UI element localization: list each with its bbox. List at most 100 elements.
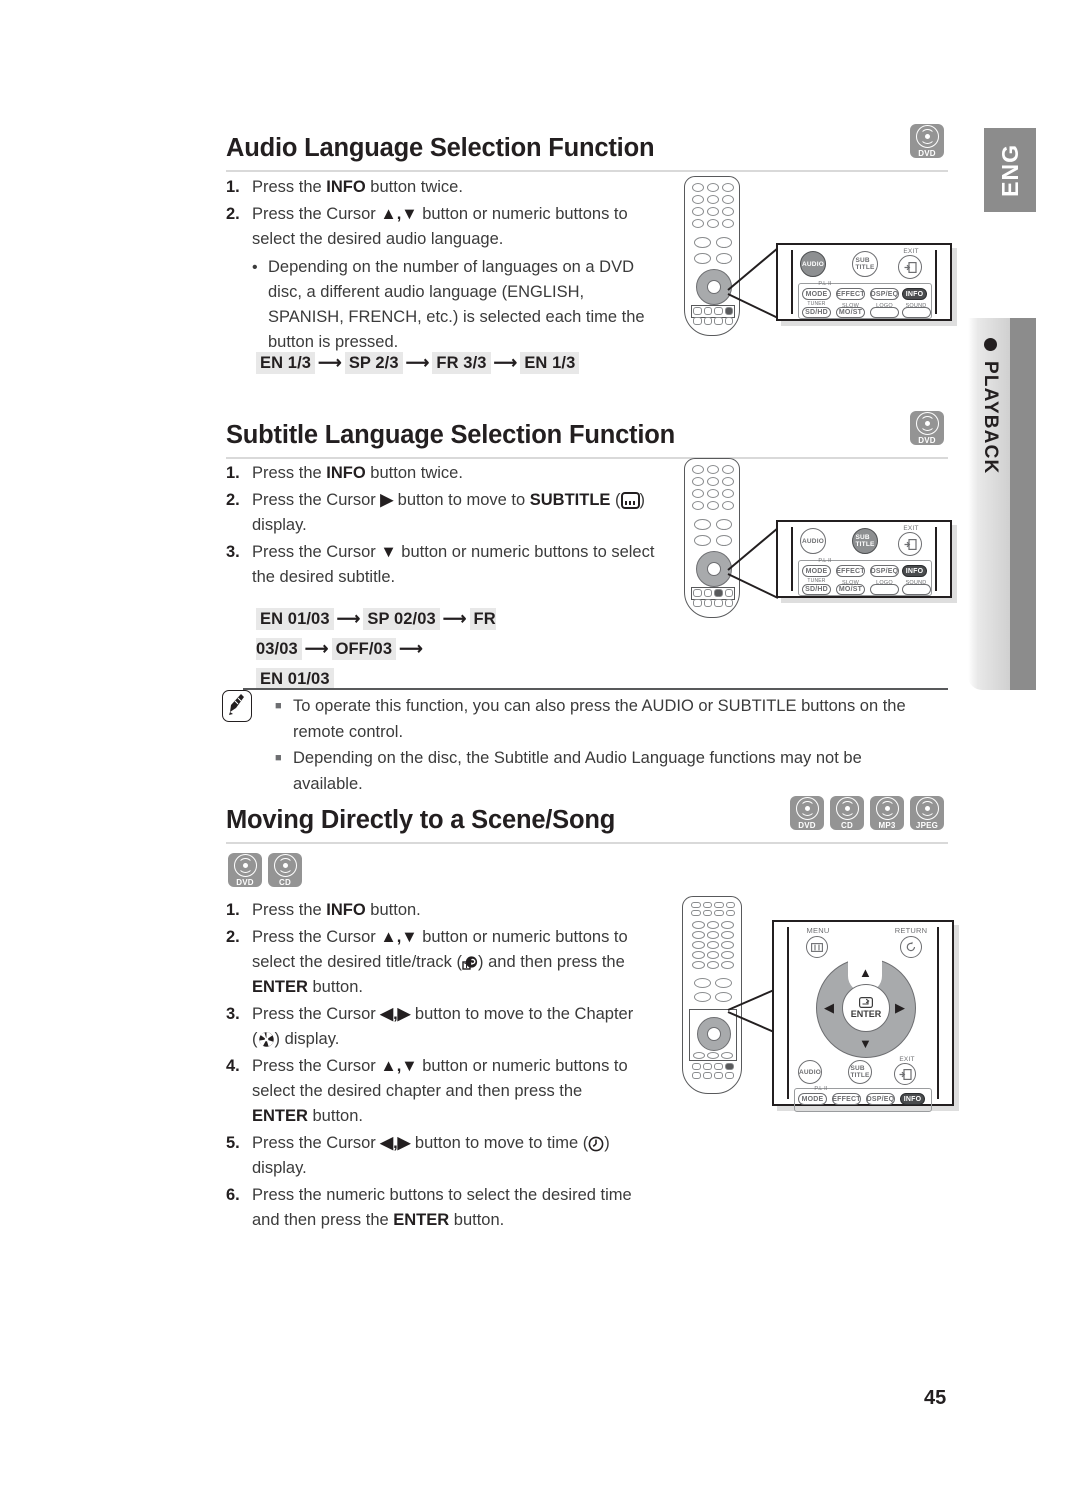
step-item: 1. Press the INFO button. [226,898,641,923]
heading-audio-language: Audio Language Selection Function [226,134,655,162]
remote-key [694,992,711,1002]
step-text: Press the Cursor ▲,▼ button or numeric b… [252,1057,628,1125]
effect-button[interactable]: EFFECT [832,1093,861,1105]
exit-button[interactable] [894,1063,916,1085]
remote-key [707,477,719,486]
remote-key [702,902,712,908]
info-button[interactable]: INFO [902,288,927,300]
sub-bullet-item: • Depending on the number of languages o… [226,254,656,355]
dsp-eq-button[interactable]: DSP/EQ [866,1093,895,1105]
subtitle-button[interactable]: SUB TITLE [852,251,878,277]
remote-key [692,501,704,510]
remote-top-keys [691,902,735,916]
disc-icon [915,412,939,435]
info-button[interactable]: INFO [902,565,927,577]
enter-label: ENTER [850,1009,882,1019]
heading-rule [226,170,948,172]
mo-st-button[interactable]: MO/ST [836,307,865,318]
remote-key [693,1052,705,1059]
remote-enter-key [707,1027,721,1041]
remote-key [714,1063,723,1070]
step-item: 1. Press the INFO button twice. [226,175,656,200]
remote-key [703,1063,712,1070]
step-number: 2. [226,491,240,509]
mode-button[interactable]: MODE [802,288,831,300]
prologic-label: P.L II [818,281,832,287]
subtitle-button[interactable]: SUB TITLE [848,1060,872,1084]
disc-badge-cd: CD [268,853,302,887]
remote-key [694,237,711,248]
remote-key [714,910,724,916]
audio-button[interactable]: AUDIO [798,1060,822,1084]
mode-button[interactable]: MODE [802,565,831,577]
disc-badge-label: DVD [236,878,254,887]
remote-key [706,941,720,949]
sd-hd-button[interactable]: SD/HD [802,584,831,595]
remote-key [692,489,704,498]
mode-button[interactable]: MODE [798,1093,827,1105]
disc-badge-label: DVD [918,436,936,445]
remote-key [721,951,734,959]
remote-key [692,183,704,192]
menu-icon [811,942,823,952]
remote-key [693,589,702,597]
note-item: ■ To operate this function, you can also… [275,693,935,745]
dsp-eq-button[interactable]: DSP/EQ [870,288,899,300]
step-text: Press the INFO button twice. [252,178,463,196]
callout-navigation-buttons: MENU RETURN ▲ ▼ ◀ ▶ ENTER AUDIO SUB TITL… [772,920,954,1112]
step-text: Press the numeric buttons to select the … [252,1186,632,1229]
arrow-icon: ⟶ [336,610,361,628]
logo-button[interactable] [870,307,899,318]
remote-key [725,910,735,916]
step-item: 3. Press the Cursor ◀,▶ button to move t… [226,1002,641,1052]
remote-key [725,1063,734,1070]
subtitle-button[interactable]: SUB TITLE [852,528,878,554]
effect-button[interactable]: EFFECT [836,288,865,300]
remote-key [722,465,734,474]
section-tab-playback: PLAYBACK [968,318,1036,690]
sequence-audio-language: EN 1/3 ⟶ SP 2/3 ⟶ FR 3/3 ⟶ EN 1/3 [256,348,580,378]
remote-key [706,951,720,959]
dpad-up-arrow-icon[interactable]: ▲ [859,966,872,979]
disc-icon [915,797,939,820]
arrow-icon: ⟶ [318,354,342,372]
exit-icon [904,538,917,550]
remote-keypad [692,183,734,228]
menu-button[interactable] [806,936,828,958]
remote-key [694,519,711,530]
arrow-icon: ⟶ [304,640,329,658]
remote-key [692,465,704,474]
remote-key [692,477,704,486]
sd-hd-button[interactable]: SD/HD [802,307,831,318]
step-number: 4. [226,1057,240,1075]
dpad-left-arrow-icon[interactable]: ◀ [824,1001,834,1014]
step-item: 3. Press the Cursor ▼ button or numeric … [226,540,656,590]
effect-button[interactable]: EFFECT [836,565,865,577]
arrow-icon: ⟶ [405,354,430,372]
dpad-down-arrow-icon[interactable]: ▼ [859,1037,872,1050]
audio-button[interactable]: AUDIO [800,528,826,554]
sound-edit-button[interactable] [902,584,931,595]
remote-key [722,477,734,486]
info-button[interactable]: INFO [900,1093,925,1105]
logo-button[interactable] [870,584,899,595]
dsp-eq-button[interactable]: DSP/EQ [870,565,899,577]
step-number: 3. [226,1005,240,1023]
audio-button[interactable]: AUDIO [800,251,826,277]
remote-key [722,183,734,192]
return-button[interactable] [900,936,922,958]
step-text: Press the Cursor ▼ button or numeric but… [252,543,655,586]
enter-button[interactable]: ENTER [842,984,890,1032]
exit-button[interactable] [898,532,922,556]
return-label: RETURN [894,926,928,935]
arrow-icon: ⟶ [442,610,467,628]
dpad-right-arrow-icon[interactable]: ▶ [895,1001,905,1014]
sequence-chip: SP 02/03 [363,608,440,630]
sequence-chip: EN 1/3 [256,352,316,374]
sound-edit-button[interactable] [902,307,931,318]
exit-button[interactable] [898,255,922,279]
bullet-icon: • [252,259,258,276]
remote-key [693,317,702,325]
step-item: 6. Press the numeric buttons to select t… [226,1183,641,1233]
mo-st-button[interactable]: MO/ST [836,584,865,595]
